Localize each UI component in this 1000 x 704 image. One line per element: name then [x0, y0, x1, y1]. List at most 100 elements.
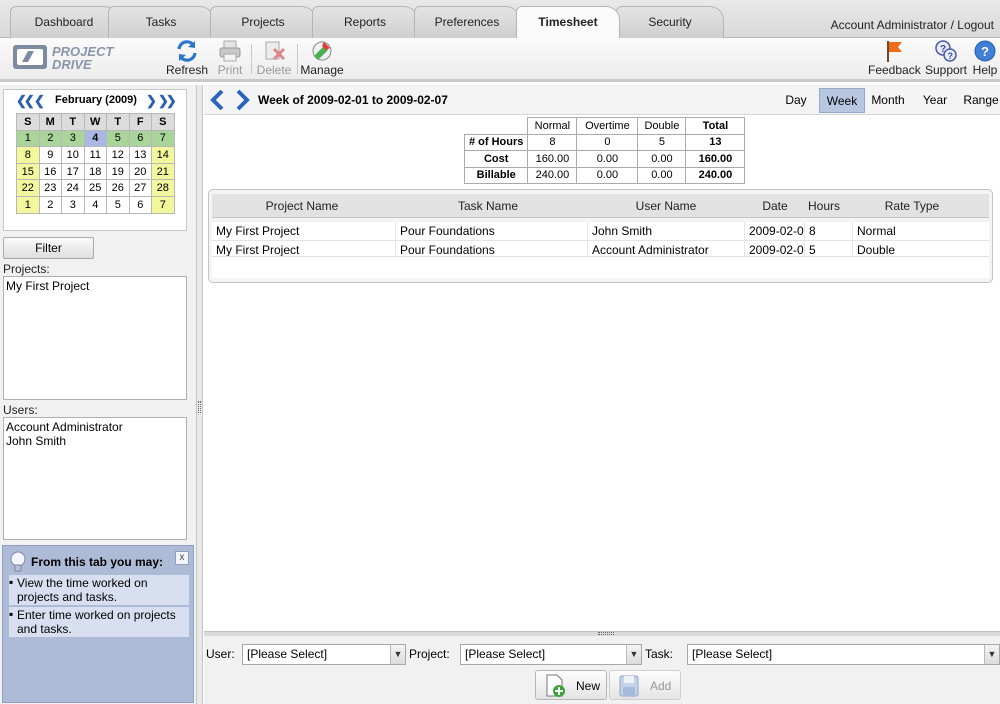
splitter-grip[interactable] [198, 401, 201, 413]
calendar-day[interactable]: 18 [83, 162, 107, 181]
calendar-day[interactable]: 3 [61, 195, 85, 214]
column-header-user[interactable]: User Name [588, 194, 744, 218]
calendar-day[interactable]: 5 [106, 129, 130, 148]
calendar-day[interactable]: 17 [61, 162, 85, 181]
tab-projects[interactable]: Projects [210, 6, 316, 38]
range-range-button[interactable]: Range [960, 88, 1000, 113]
tab-dashboard[interactable]: Dashboard [10, 6, 118, 38]
tab-security[interactable]: Security [616, 6, 724, 38]
calendar-day[interactable]: 25 [83, 179, 107, 197]
entry-form: User: [Please Select] ▼ Project: [Please… [204, 636, 1000, 704]
calendar-day[interactable]: 2 [38, 129, 62, 148]
manage-button[interactable]: Manage [300, 39, 344, 79]
chevron-down-icon[interactable]: ▼ [626, 645, 641, 664]
project-select[interactable]: [Please Select] ▼ [460, 644, 642, 665]
vertical-splitter[interactable] [197, 85, 203, 704]
feedback-button[interactable]: Feedback [868, 39, 921, 79]
tab-reports[interactable]: Reports [312, 6, 418, 38]
next-month-icon[interactable]: ❯ [146, 93, 157, 109]
user-select[interactable]: [Please Select] ▼ [242, 644, 406, 665]
grid-header: Project Name Task Name User Name Date Ho… [212, 194, 989, 218]
column-header-rate-type[interactable]: Rate Type [852, 194, 972, 218]
list-item[interactable]: Account Administrator [6, 420, 184, 434]
print-button[interactable]: Print [213, 39, 247, 79]
calendar-day[interactable]: 23 [38, 179, 62, 197]
next-year-icon[interactable]: ❯❯ [158, 93, 177, 109]
column-header-project[interactable]: Project Name [212, 194, 392, 218]
tab-preferences[interactable]: Preferences [414, 6, 520, 38]
summary-header: Double [637, 117, 687, 135]
list-item[interactable]: My First Project [6, 279, 184, 293]
calendar-day[interactable]: 8 [16, 146, 40, 164]
calendar-day[interactable]: 5 [106, 195, 130, 214]
close-tip-button[interactable]: x [175, 551, 189, 565]
calendar-day[interactable]: 2 [38, 195, 62, 214]
calendar-day[interactable]: 7 [151, 195, 175, 214]
calendar-weekday: F [128, 113, 152, 131]
tab-tasks[interactable]: Tasks [108, 6, 214, 38]
filter-button[interactable]: Filter [3, 237, 94, 259]
calendar-day[interactable]: 13 [128, 146, 152, 164]
cell-date: 2009-02-04 [745, 222, 805, 241]
tab-timesheet[interactable]: Timesheet [516, 6, 620, 39]
next-week-icon[interactable] [234, 89, 252, 111]
summary-row-label: Billable [463, 166, 529, 184]
range-year-button[interactable]: Year [916, 88, 954, 113]
column-header-date[interactable]: Date [746, 194, 804, 218]
table-row[interactable]: My First Project Pour Foundations John S… [212, 222, 989, 241]
column-header-hours[interactable]: Hours [804, 194, 844, 218]
calendar-day[interactable]: 4 [83, 129, 107, 148]
calendar-day[interactable]: 26 [106, 179, 130, 197]
delete-label: Delete [256, 63, 292, 77]
support-button[interactable]: ? ? Support [924, 39, 968, 79]
logo-text-drive: DRIVE [52, 57, 92, 72]
delete-button[interactable]: Delete [255, 39, 293, 79]
column-header-task[interactable]: Task Name [396, 194, 580, 218]
calendar-day[interactable]: 24 [61, 179, 85, 197]
project-select-value: [Please Select] [465, 647, 546, 661]
refresh-label: Refresh [166, 63, 209, 77]
prev-month-icon[interactable]: ❮ [34, 93, 45, 109]
range-month-button[interactable]: Month [866, 88, 910, 113]
prev-year-icon[interactable]: ❮❮ [16, 93, 35, 109]
users-listbox[interactable]: Account Administrator John Smith [3, 417, 187, 540]
left-panel: ❮❮ ❮ February (2009) ❯ ❯❯ SMTWTFS 123456… [0, 85, 197, 704]
calendar-day[interactable]: 15 [16, 162, 40, 181]
user-logout-link[interactable]: Account Administrator / Logout [831, 18, 994, 32]
calendar-day[interactable]: 3 [61, 129, 85, 148]
chevron-down-icon[interactable]: ▼ [984, 645, 999, 664]
calendar-day[interactable]: 19 [106, 162, 130, 181]
help-button[interactable]: ? Help [970, 39, 1000, 79]
range-week-button[interactable]: Week [819, 88, 865, 113]
refresh-button[interactable]: Refresh [166, 39, 208, 79]
calendar-day[interactable]: 20 [128, 162, 152, 181]
calendar-day[interactable]: 21 [151, 162, 175, 181]
calendar-day[interactable]: 10 [61, 146, 85, 164]
calendar-day[interactable]: 22 [16, 179, 40, 197]
splitter-grip[interactable] [598, 632, 614, 635]
calendar-title: February (2009) [55, 94, 137, 106]
calendar-day[interactable]: 7 [151, 129, 175, 148]
calendar-day[interactable]: 6 [128, 129, 152, 148]
prev-week-icon[interactable] [208, 89, 226, 111]
calendar-day[interactable]: 6 [128, 195, 152, 214]
chevron-down-icon[interactable]: ▼ [390, 645, 405, 664]
calendar-day[interactable]: 11 [83, 146, 107, 164]
calendar-day[interactable]: 4 [83, 195, 107, 214]
new-entry-button[interactable]: New [535, 670, 607, 700]
range-day-button[interactable]: Day [778, 88, 814, 113]
calendar-day[interactable]: 1 [16, 195, 40, 214]
calendar-day[interactable]: 27 [128, 179, 152, 197]
projects-listbox[interactable]: My First Project [3, 276, 187, 400]
calendar-day[interactable]: 12 [106, 146, 130, 164]
task-select[interactable]: [Please Select] ▼ [687, 644, 1000, 665]
list-item[interactable]: John Smith [6, 434, 184, 448]
calendar-day[interactable]: 14 [151, 146, 175, 164]
main-content: Week of 2009-02-01 to 2009-02-07 Day Wee… [204, 85, 1000, 631]
add-entry-button[interactable]: Add [609, 670, 681, 700]
calendar-day[interactable]: 16 [38, 162, 62, 181]
calendar-day[interactable]: 9 [38, 146, 62, 164]
summary-total: 240.00 [685, 166, 746, 184]
calendar-day[interactable]: 28 [151, 179, 175, 197]
calendar-day[interactable]: 1 [16, 129, 40, 148]
